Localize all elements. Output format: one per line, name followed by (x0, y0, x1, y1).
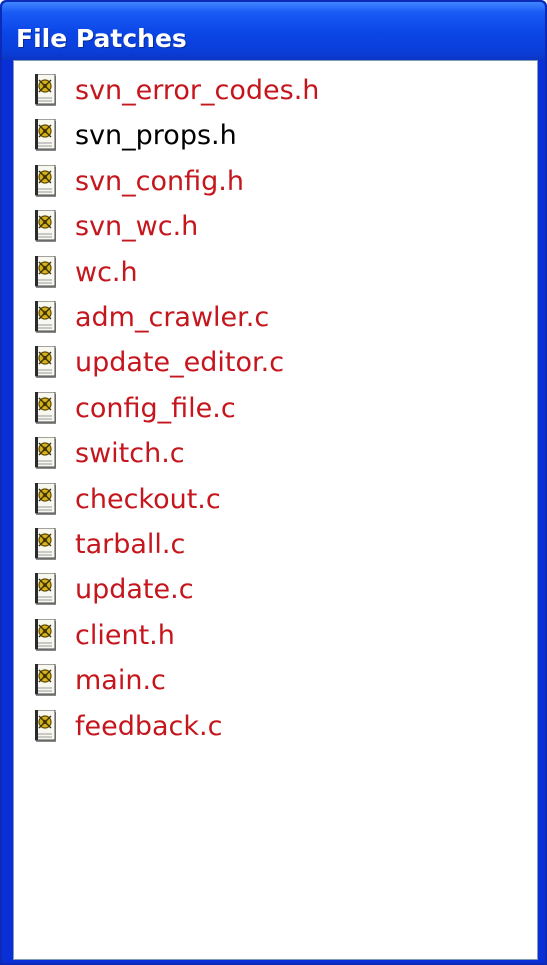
file-name: switch.c (75, 438, 185, 470)
patch-file-icon (35, 709, 59, 744)
file-name: update.c (75, 574, 194, 606)
file-list-item[interactable]: checkout.c (35, 480, 221, 520)
patch-file-icon (35, 119, 59, 153)
file-list-item[interactable]: main.c (35, 661, 166, 701)
file-list-item[interactable]: svn_props.h (35, 116, 237, 156)
title-bar[interactable]: File Patches (2, 2, 545, 60)
file-patches-window: File Patches svn_error_codes.h svn_props… (0, 0, 547, 965)
file-name: tarball.c (75, 529, 186, 560)
file-list-item[interactable]: client.h (35, 616, 175, 656)
file-list-item[interactable]: svn_error_codes.h (35, 71, 319, 111)
patch-file-icon (35, 391, 59, 426)
file-name: svn_error_codes.h (75, 75, 320, 106)
file-name: update_editor.c (75, 347, 285, 379)
file-name: feedback.c (75, 710, 223, 742)
patch-file-icon (35, 664, 59, 698)
file-name: checkout.c (75, 483, 221, 515)
file-name: main.c (75, 665, 166, 697)
file-list-item[interactable]: config_file.c (35, 389, 236, 429)
file-list-item[interactable]: switch.c (35, 434, 185, 474)
window-title: File Patches (16, 24, 187, 53)
patch-file-icon (35, 573, 59, 607)
file-name: svn_wc.h (75, 211, 199, 243)
patch-file-icon (35, 528, 59, 562)
patch-file-icon (35, 618, 59, 653)
file-name: wc.h (75, 256, 138, 288)
file-name: client.h (75, 619, 175, 651)
file-list-item[interactable]: svn_wc.h (35, 207, 198, 247)
patch-file-icon (35, 255, 59, 290)
file-list-item[interactable]: adm_crawler.c (35, 298, 269, 338)
patch-file-icon (35, 301, 59, 335)
file-name: config_file.c (75, 392, 236, 424)
file-list-item[interactable]: svn_config.h (35, 162, 244, 202)
file-name: svn_props.h (75, 120, 237, 152)
file-list-panel: svn_error_codes.h svn_props.h svn_config… (13, 60, 538, 960)
file-list-item[interactable]: feedback.c (35, 707, 222, 747)
patch-file-icon (35, 346, 59, 380)
patch-file-icon (35, 437, 59, 471)
patch-file-icon (35, 164, 59, 199)
patch-file-icon (35, 210, 59, 244)
patch-file-icon (35, 74, 59, 108)
file-list-item[interactable]: update.c (35, 570, 194, 610)
patch-file-icon (35, 482, 59, 517)
file-list-item[interactable]: wc.h (35, 253, 138, 293)
file-list-item[interactable]: update_editor.c (35, 343, 284, 383)
file-name: svn_config.h (75, 165, 244, 197)
file-name: adm_crawler.c (75, 302, 270, 333)
file-list-item[interactable]: tarball.c (35, 525, 185, 565)
